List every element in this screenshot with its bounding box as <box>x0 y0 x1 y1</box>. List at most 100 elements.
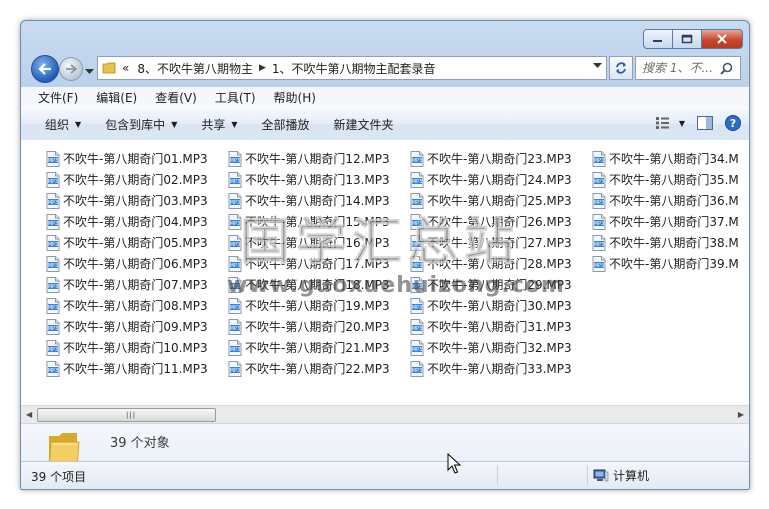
file-item[interactable]: MP3 不吹牛-第八期奇门04.MP3 <box>46 211 208 232</box>
file-item[interactable]: MP3 不吹牛-第八期奇门20.MP3 <box>228 316 390 337</box>
file-name: 不吹牛-第八期奇门32.MP3 <box>427 341 572 355</box>
svg-text:MP3: MP3 <box>230 368 241 374</box>
mp3-file-icon: MP3 <box>46 192 60 209</box>
svg-text:MP3: MP3 <box>48 179 59 185</box>
scroll-right-icon[interactable]: ▶ <box>738 410 744 419</box>
mp3-file-icon: MP3 <box>46 297 60 314</box>
command-bar: 组织 ▼ 包含到库中 ▼ 共享 ▼ 全部播放 新建文件夹 ▼ ? <box>21 107 749 141</box>
scrollbar-thumb[interactable]: ||| <box>37 408 216 422</box>
address-bar[interactable]: « 8、不吹牛第八期物主 ▶ 1、不吹牛第八期物主配套录音 <box>97 56 607 80</box>
menu-view[interactable]: 查看(V) <box>147 89 205 106</box>
address-dropdown-icon[interactable] <box>593 63 602 69</box>
menu-file[interactable]: 文件(F) <box>30 89 86 106</box>
organize-button[interactable]: 组织 ▼ <box>37 116 89 133</box>
maximize-button[interactable] <box>673 29 702 49</box>
view-controls: ▼ ? <box>643 115 741 131</box>
svg-text:MP3: MP3 <box>48 368 59 374</box>
file-name: 不吹牛-第八期奇门02.MP3 <box>63 173 208 187</box>
mp3-file-icon: MP3 <box>46 255 60 272</box>
mp3-file-icon: MP3 <box>228 318 242 335</box>
breadcrumb-overflow[interactable]: « <box>122 61 129 75</box>
file-item[interactable]: MP3 不吹牛-第八期奇门38.M <box>592 232 739 253</box>
mp3-file-icon: MP3 <box>46 234 60 251</box>
file-item[interactable]: MP3 不吹牛-第八期奇门31.MP3 <box>410 316 572 337</box>
horizontal-scrollbar[interactable]: ◀ ||| ▶ <box>21 405 749 423</box>
mp3-file-icon: MP3 <box>592 150 606 167</box>
svg-text:MP3: MP3 <box>594 263 605 269</box>
status-item-count: 39 个项目 <box>31 470 87 484</box>
menu-edit[interactable]: 编辑(E) <box>88 89 145 106</box>
file-item[interactable]: MP3 不吹牛-第八期奇门34.M <box>592 148 739 169</box>
file-name: 不吹牛-第八期奇门03.MP3 <box>63 194 208 208</box>
file-item[interactable]: MP3 不吹牛-第八期奇门21.MP3 <box>228 337 390 358</box>
file-item[interactable]: MP3 不吹牛-第八期奇门22.MP3 <box>228 358 390 379</box>
breadcrumb-item-current[interactable]: 1、不吹牛第八期物主配套录音 <box>272 60 436 77</box>
file-name: 不吹牛-第八期奇门39.M <box>609 257 739 271</box>
file-item[interactable]: MP3 不吹牛-第八期奇门09.MP3 <box>46 316 208 337</box>
share-button[interactable]: 共享 ▼ <box>193 116 245 133</box>
file-item[interactable]: MP3 不吹牛-第八期奇门10.MP3 <box>46 337 208 358</box>
play-all-button[interactable]: 全部播放 <box>254 116 318 133</box>
svg-text:MP3: MP3 <box>230 221 241 227</box>
refresh-icon <box>616 62 626 74</box>
search-box[interactable] <box>635 56 741 80</box>
svg-text:MP3: MP3 <box>48 305 59 311</box>
file-name: 不吹牛-第八期奇门08.MP3 <box>63 299 208 313</box>
svg-text:MP3: MP3 <box>230 263 241 269</box>
file-item[interactable]: MP3 不吹牛-第八期奇门07.MP3 <box>46 274 208 295</box>
minimize-button[interactable] <box>643 29 673 49</box>
file-item[interactable]: MP3 不吹牛-第八期奇门02.MP3 <box>46 169 208 190</box>
mp3-file-icon: MP3 <box>46 360 60 377</box>
close-button[interactable] <box>702 29 743 49</box>
file-item[interactable]: MP3 不吹牛-第八期奇门30.MP3 <box>410 295 572 316</box>
file-name: 不吹牛-第八期奇门19.MP3 <box>245 299 390 313</box>
file-item[interactable]: MP3 不吹牛-第八期奇门39.M <box>592 253 739 274</box>
file-item[interactable]: MP3 不吹牛-第八期奇门01.MP3 <box>46 148 208 169</box>
file-item[interactable]: MP3 不吹牛-第八期奇门37.M <box>592 211 739 232</box>
menu-bar: 文件(F) 编辑(E) 查看(V) 工具(T) 帮助(H) <box>21 87 749 107</box>
search-input[interactable] <box>642 61 720 75</box>
menu-help[interactable]: 帮助(H) <box>266 89 324 106</box>
file-item[interactable]: MP3 不吹牛-第八期奇门13.MP3 <box>228 169 390 190</box>
search-icon[interactable] <box>720 62 733 75</box>
file-item[interactable]: MP3 不吹牛-第八期奇门36.M <box>592 190 739 211</box>
file-item[interactable]: MP3 不吹牛-第八期奇门32.MP3 <box>410 337 572 358</box>
change-view-button[interactable]: ▼ <box>655 116 685 130</box>
file-item[interactable]: MP3 不吹牛-第八期奇门33.MP3 <box>410 358 572 379</box>
file-item[interactable]: MP3 不吹牛-第八期奇门11.MP3 <box>46 358 208 379</box>
caption-buttons <box>643 29 743 49</box>
file-item[interactable]: MP3 不吹牛-第八期奇门05.MP3 <box>46 232 208 253</box>
file-item[interactable]: MP3 不吹牛-第八期奇门06.MP3 <box>46 253 208 274</box>
help-button[interactable]: ? <box>725 115 741 131</box>
mp3-file-icon: MP3 <box>46 339 60 356</box>
view-list-icon <box>655 117 669 129</box>
navigation-bar: « 8、不吹牛第八期物主 ▶ 1、不吹牛第八期物主配套录音 <box>29 55 741 83</box>
file-name: 不吹牛-第八期奇门22.MP3 <box>245 362 390 376</box>
file-item[interactable]: MP3 不吹牛-第八期奇门24.MP3 <box>410 169 572 190</box>
breadcrumb-separator-icon[interactable]: ▶ <box>259 63 266 73</box>
file-item[interactable]: MP3 不吹牛-第八期奇门19.MP3 <box>228 295 390 316</box>
preview-pane-button[interactable] <box>697 116 713 130</box>
file-item[interactable]: MP3 不吹牛-第八期奇门35.M <box>592 169 739 190</box>
file-column: MP3 不吹牛-第八期奇门34.M MP3 不吹牛-第八期奇门35.M MP3 不吹牛-第… <box>592 148 739 274</box>
scroll-left-icon[interactable]: ◀ <box>26 410 32 419</box>
forward-button[interactable] <box>59 57 83 81</box>
status-location-label: 计算机 <box>613 469 650 483</box>
breadcrumb-item[interactable]: 8、不吹牛第八期物主 <box>137 60 253 77</box>
file-item[interactable]: MP3 不吹牛-第八期奇门23.MP3 <box>410 148 572 169</box>
include-in-library-button[interactable]: 包含到库中 ▼ <box>97 116 185 133</box>
back-button[interactable] <box>31 55 59 83</box>
recent-pages-button[interactable] <box>85 64 94 78</box>
file-item[interactable]: MP3 不吹牛-第八期奇门12.MP3 <box>228 148 390 169</box>
svg-text:MP3: MP3 <box>48 347 59 353</box>
mp3-file-icon: MP3 <box>46 318 60 335</box>
file-item[interactable]: MP3 不吹牛-第八期奇门03.MP3 <box>46 190 208 211</box>
menu-tools[interactable]: 工具(T) <box>207 89 264 106</box>
play-all-label: 全部播放 <box>261 117 310 132</box>
computer-icon <box>593 469 609 481</box>
folder-icon <box>102 62 116 74</box>
file-name: 不吹牛-第八期奇门38.M <box>609 236 739 250</box>
refresh-button[interactable] <box>609 56 633 80</box>
file-item[interactable]: MP3 不吹牛-第八期奇门08.MP3 <box>46 295 208 316</box>
new-folder-button[interactable]: 新建文件夹 <box>326 116 402 133</box>
